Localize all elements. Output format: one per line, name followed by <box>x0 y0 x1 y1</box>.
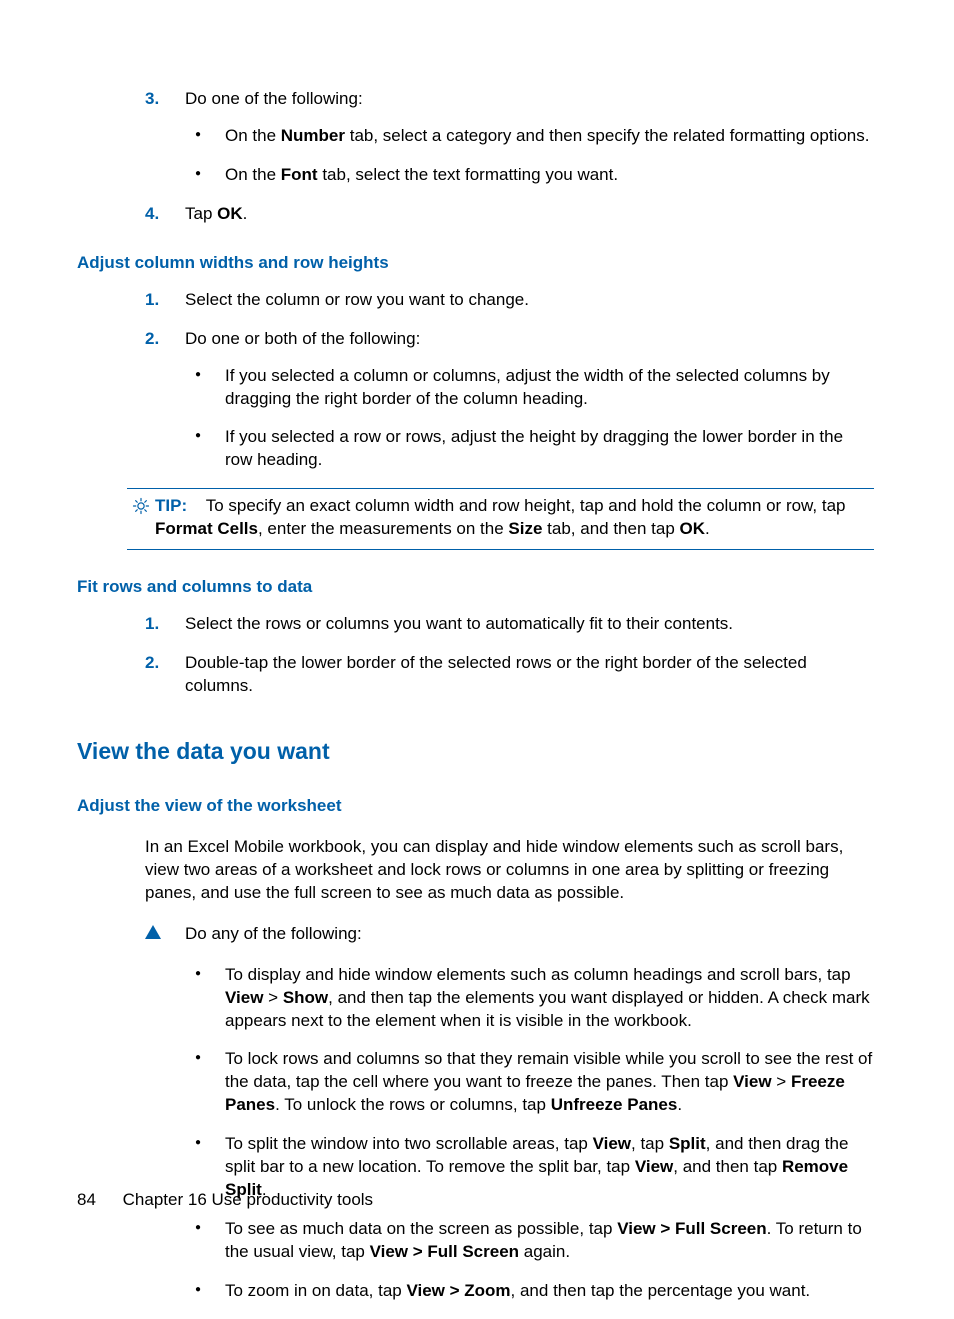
step-text: Double-tap the lower border of the selec… <box>185 653 807 695</box>
chapter-label: Chapter 16 Use productivity tools <box>123 1190 373 1209</box>
list-item: 1. Select the rows or columns you want t… <box>145 613 874 636</box>
do-any-row: Do any of the following: To display and … <box>145 923 874 1319</box>
step-text: Do one of the following: <box>185 89 363 108</box>
page-footer: 84 Chapter 16 Use productivity tools <box>77 1189 373 1212</box>
heading-fit-rows-columns: Fit rows and columns to data <box>77 576 874 599</box>
heading-adjust-column-widths: Adjust column widths and row heights <box>77 252 874 275</box>
step-number: 1. <box>145 289 159 312</box>
tip-callout: TIP: To specify an exact column width an… <box>127 488 874 550</box>
step-text: Select the rows or columns you want to a… <box>185 614 733 633</box>
step-number: 2. <box>145 328 159 351</box>
heading-view-data: View the data you want <box>77 736 874 767</box>
step-text: Do one or both of the following: <box>185 329 420 348</box>
sub-bullet-list: If you selected a column or columns, adj… <box>185 365 874 473</box>
list-item: 4. Tap OK. <box>145 203 874 226</box>
do-any-text: Do any of the following: <box>185 923 874 946</box>
list-item: To lock rows and columns so that they re… <box>185 1048 874 1117</box>
intro-paragraph: In an Excel Mobile workbook, you can dis… <box>145 836 874 905</box>
step-number: 2. <box>145 652 159 675</box>
list-item: If you selected a row or rows, adjust th… <box>185 426 874 472</box>
page-number: 84 <box>77 1190 96 1209</box>
list-item: 2. Double-tap the lower border of the se… <box>145 652 874 698</box>
list-item: 3. Do one of the following: On the Numbe… <box>145 88 874 187</box>
list-item: To display and hide window elements such… <box>185 964 874 1033</box>
step-number: 3. <box>145 88 159 111</box>
document-page: 3. Do one of the following: On the Numbe… <box>0 0 954 1270</box>
heading-adjust-view: Adjust the view of the worksheet <box>77 795 874 818</box>
view-bullets-list: To display and hide window elements such… <box>185 964 874 1303</box>
tip-text: TIP: To specify an exact column width an… <box>155 495 874 541</box>
list-item: 1. Select the column or row you want to … <box>145 289 874 312</box>
list-item: On the Number tab, select a category and… <box>185 125 874 148</box>
step-number: 4. <box>145 203 159 226</box>
adjust-steps-list: 1. Select the column or row you want to … <box>145 289 874 473</box>
sub-bullet-list: On the Number tab, select a category and… <box>185 125 874 187</box>
list-item: To zoom in on data, tap View > Zoom, and… <box>185 1280 874 1303</box>
list-item: To see as much data on the screen as pos… <box>185 1218 874 1264</box>
list-item: On the Font tab, select the text formatt… <box>185 164 874 187</box>
list-item: 2. Do one or both of the following: If y… <box>145 328 874 473</box>
fit-steps-list: 1. Select the rows or columns you want t… <box>145 613 874 698</box>
step-number: 1. <box>145 613 159 636</box>
step-text: Select the column or row you want to cha… <box>185 290 529 309</box>
top-steps-list: 3. Do one of the following: On the Numbe… <box>145 88 874 226</box>
triangle-up-icon <box>145 923 185 939</box>
list-item: If you selected a column or columns, adj… <box>185 365 874 411</box>
tip-icon <box>127 495 155 515</box>
